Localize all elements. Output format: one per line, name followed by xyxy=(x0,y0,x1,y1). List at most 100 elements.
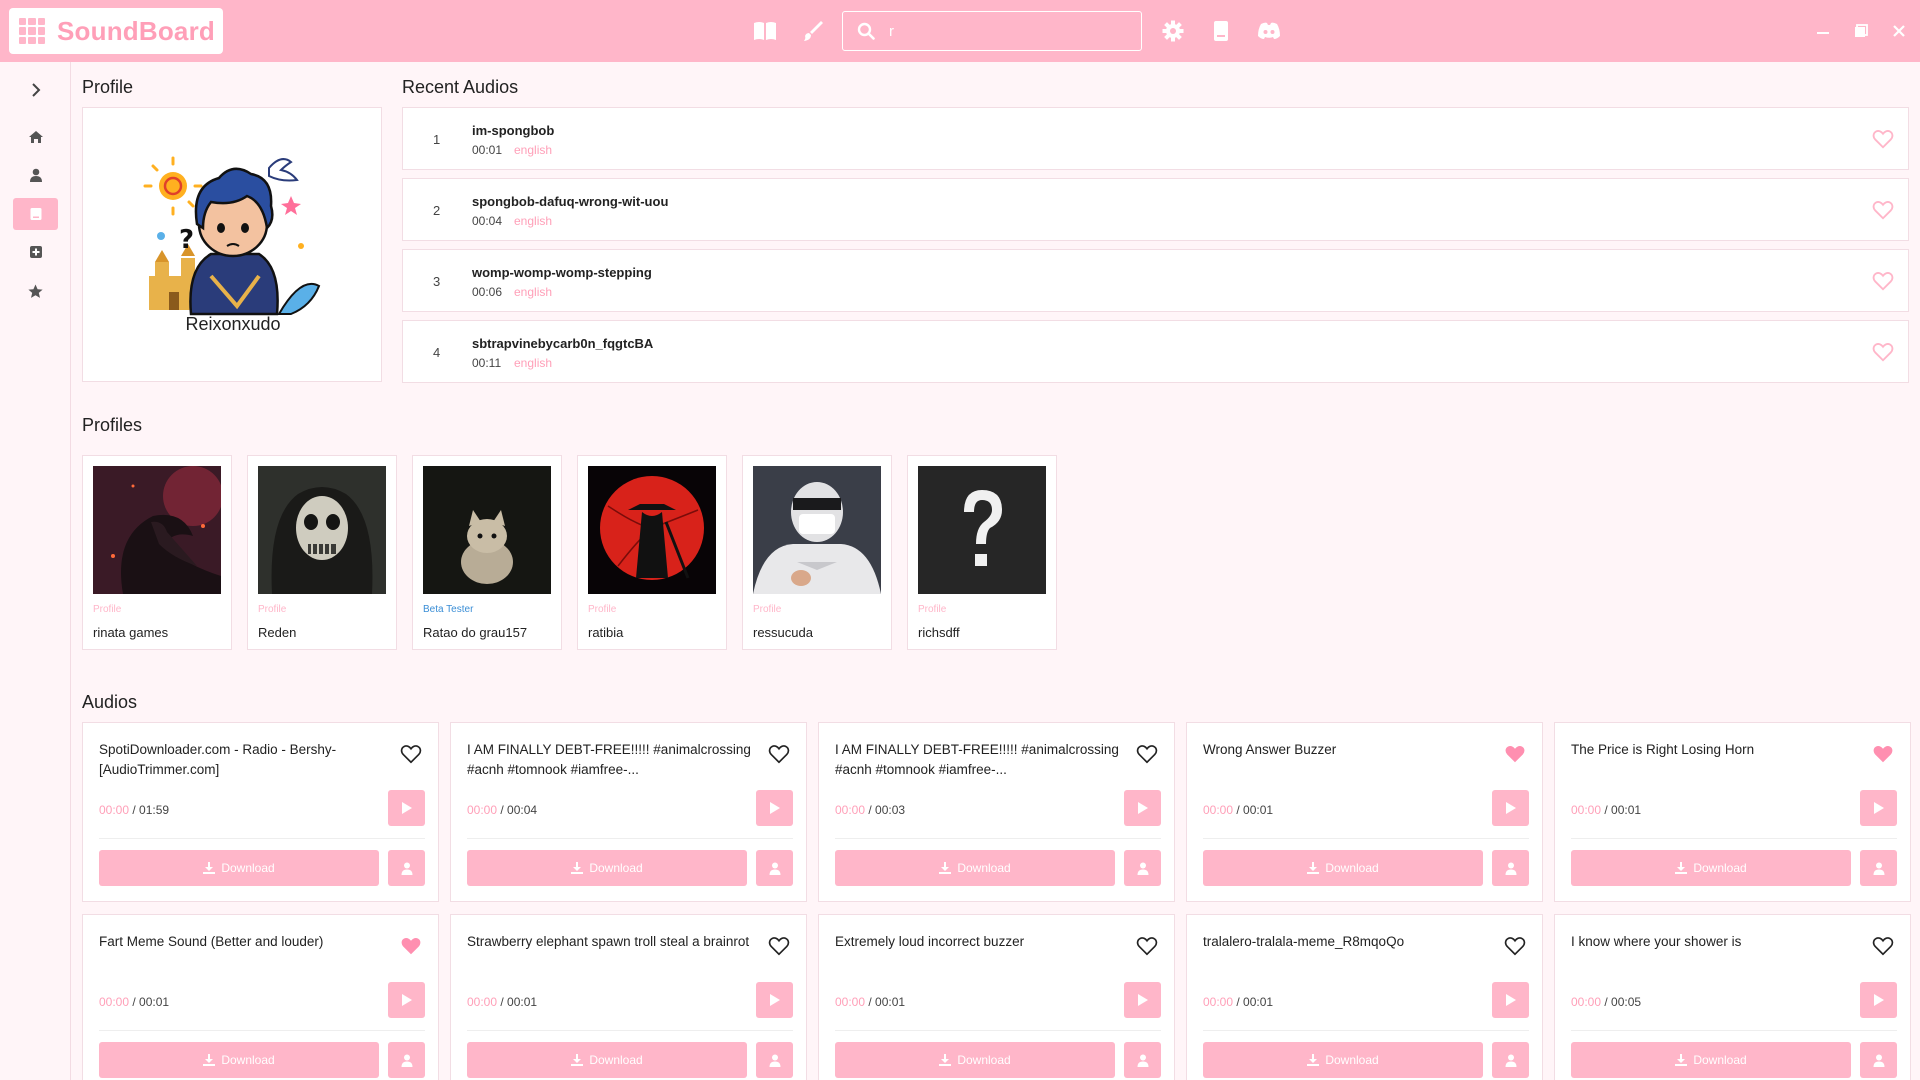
sidebar-item-favorites[interactable] xyxy=(13,275,58,307)
heart-icon[interactable] xyxy=(1504,935,1526,957)
audio-current-time: 00:00 xyxy=(1203,995,1234,1009)
discord-icon[interactable] xyxy=(1256,18,1282,44)
play-button[interactable] xyxy=(1492,982,1529,1018)
download-button[interactable]: Download xyxy=(1571,1042,1851,1078)
download-button[interactable]: Download xyxy=(835,850,1115,886)
recent-audio-item[interactable]: 2 spongbob-dafuq-wrong-wit-uou 00:04 eng… xyxy=(402,178,1909,241)
audio-time: 00:00 / 00:03 xyxy=(835,803,905,817)
profile-avatar[interactable]: ? xyxy=(141,136,321,316)
document-icon[interactable] xyxy=(1208,18,1234,44)
download-button[interactable]: Download xyxy=(467,1042,747,1078)
sidebar-item-library[interactable] xyxy=(13,198,58,230)
search-box[interactable] xyxy=(842,11,1142,51)
user-icon xyxy=(769,862,780,875)
download-button[interactable]: Download xyxy=(1571,850,1851,886)
uploader-button[interactable] xyxy=(1124,1042,1161,1078)
audio-time: 00:00 / 00:04 xyxy=(467,803,537,817)
audio-duration: / 00:01 xyxy=(1604,803,1642,817)
recent-audio-item[interactable]: 1 im-spongbob 00:01 english xyxy=(402,107,1909,170)
recent-audio-item[interactable]: 4 sbtrapvinebycarb0n_fqgtcBA 00:11 engli… xyxy=(402,320,1909,383)
play-button[interactable] xyxy=(756,790,793,826)
restore-icon[interactable] xyxy=(1848,18,1874,44)
uploader-button[interactable] xyxy=(1492,1042,1529,1078)
download-button[interactable]: Download xyxy=(1203,850,1483,886)
audio-title: The Price is Right Losing Horn xyxy=(1571,742,1755,757)
divider xyxy=(1203,838,1529,839)
app-logo[interactable]: SoundBoard xyxy=(9,8,223,54)
audio-time: 00:00 / 00:01 xyxy=(1571,803,1641,817)
download-button[interactable]: Download xyxy=(99,1042,379,1078)
play-icon xyxy=(1505,802,1516,814)
profile-username: ressucuda xyxy=(753,625,813,640)
heart-filled-icon[interactable] xyxy=(1872,743,1894,765)
heart-icon[interactable] xyxy=(400,743,422,765)
heart-icon[interactable] xyxy=(1136,743,1158,765)
audio-card: I AM FINALLY DEBT-FREE!!!!! #animalcross… xyxy=(450,722,807,902)
download-button[interactable]: Download xyxy=(1203,1042,1483,1078)
play-button[interactable] xyxy=(1860,790,1897,826)
play-icon xyxy=(401,994,412,1006)
profile-tile[interactable]: Beta Tester Ratao do grau157 xyxy=(412,455,562,650)
recent-audio-title: spongbob-dafuq-wrong-wit-uou xyxy=(472,194,669,209)
audio-title: Extremely loud incorrect buzzer xyxy=(835,934,1025,949)
download-button[interactable]: Download xyxy=(835,1042,1115,1078)
book-icon[interactable] xyxy=(752,18,778,44)
audio-duration: / 00:03 xyxy=(868,803,906,817)
heart-icon[interactable] xyxy=(1872,341,1894,363)
download-icon xyxy=(1307,1054,1320,1066)
download-icon xyxy=(571,1054,584,1066)
uploader-button[interactable] xyxy=(756,1042,793,1078)
profile-tile[interactable]: Profile richsdff xyxy=(907,455,1057,650)
download-label: Download xyxy=(1325,1053,1379,1067)
recent-audio-item[interactable]: 3 womp-womp-womp-stepping 00:06 english xyxy=(402,249,1909,312)
audio-title: Wrong Answer Buzzer xyxy=(1203,742,1337,757)
audio-card: Strawberry elephant spawn troll steal a … xyxy=(450,914,807,1080)
profile-username: ratibia xyxy=(588,625,624,640)
heart-icon[interactable] xyxy=(1872,935,1894,957)
heart-icon[interactable] xyxy=(1872,270,1894,292)
profile-tile[interactable]: Profile Reden xyxy=(247,455,397,650)
profile-tile[interactable]: Profile ressucuda xyxy=(742,455,892,650)
expand-sidebar-button[interactable] xyxy=(13,74,58,106)
uploader-button[interactable] xyxy=(1492,850,1529,886)
heart-icon[interactable] xyxy=(768,743,790,765)
profile-card: ? Reixonxudo xyxy=(82,107,382,382)
uploader-button[interactable] xyxy=(1124,850,1161,886)
uploader-button[interactable] xyxy=(388,850,425,886)
heart-icon[interactable] xyxy=(768,935,790,957)
play-button[interactable] xyxy=(1124,982,1161,1018)
download-button[interactable]: Download xyxy=(467,850,747,886)
uploader-button[interactable] xyxy=(388,1042,425,1078)
play-button[interactable] xyxy=(1124,790,1161,826)
sidebar-item-user[interactable] xyxy=(13,159,58,191)
profile-image xyxy=(918,466,1046,594)
brush-icon[interactable] xyxy=(800,18,826,44)
audio-card: SpotiDownloader.com - Radio - Bershy-[Au… xyxy=(82,722,439,902)
user-icon xyxy=(401,862,412,875)
heart-icon[interactable] xyxy=(1872,128,1894,150)
download-button[interactable]: Download xyxy=(99,850,379,886)
search-input[interactable] xyxy=(889,22,1129,40)
play-button[interactable] xyxy=(756,982,793,1018)
profile-role: Beta Tester xyxy=(423,604,474,615)
play-button[interactable] xyxy=(1492,790,1529,826)
uploader-button[interactable] xyxy=(1860,850,1897,886)
download-label: Download xyxy=(589,1053,643,1067)
heart-filled-icon[interactable] xyxy=(400,935,422,957)
gear-icon[interactable] xyxy=(1160,18,1186,44)
play-button[interactable] xyxy=(1860,982,1897,1018)
audio-current-time: 00:00 xyxy=(467,995,498,1009)
profile-tile[interactable]: Profile rinata games xyxy=(82,455,232,650)
heart-icon[interactable] xyxy=(1136,935,1158,957)
minimize-icon[interactable] xyxy=(1810,18,1836,44)
profile-tile[interactable]: Profile ratibia xyxy=(577,455,727,650)
uploader-button[interactable] xyxy=(756,850,793,886)
heart-filled-icon[interactable] xyxy=(1504,743,1526,765)
play-button[interactable] xyxy=(388,982,425,1018)
uploader-button[interactable] xyxy=(1860,1042,1897,1078)
sidebar-item-add[interactable] xyxy=(13,236,58,268)
play-button[interactable] xyxy=(388,790,425,826)
sidebar-item-home[interactable] xyxy=(13,121,58,153)
heart-icon[interactable] xyxy=(1872,199,1894,221)
close-icon[interactable] xyxy=(1886,18,1912,44)
